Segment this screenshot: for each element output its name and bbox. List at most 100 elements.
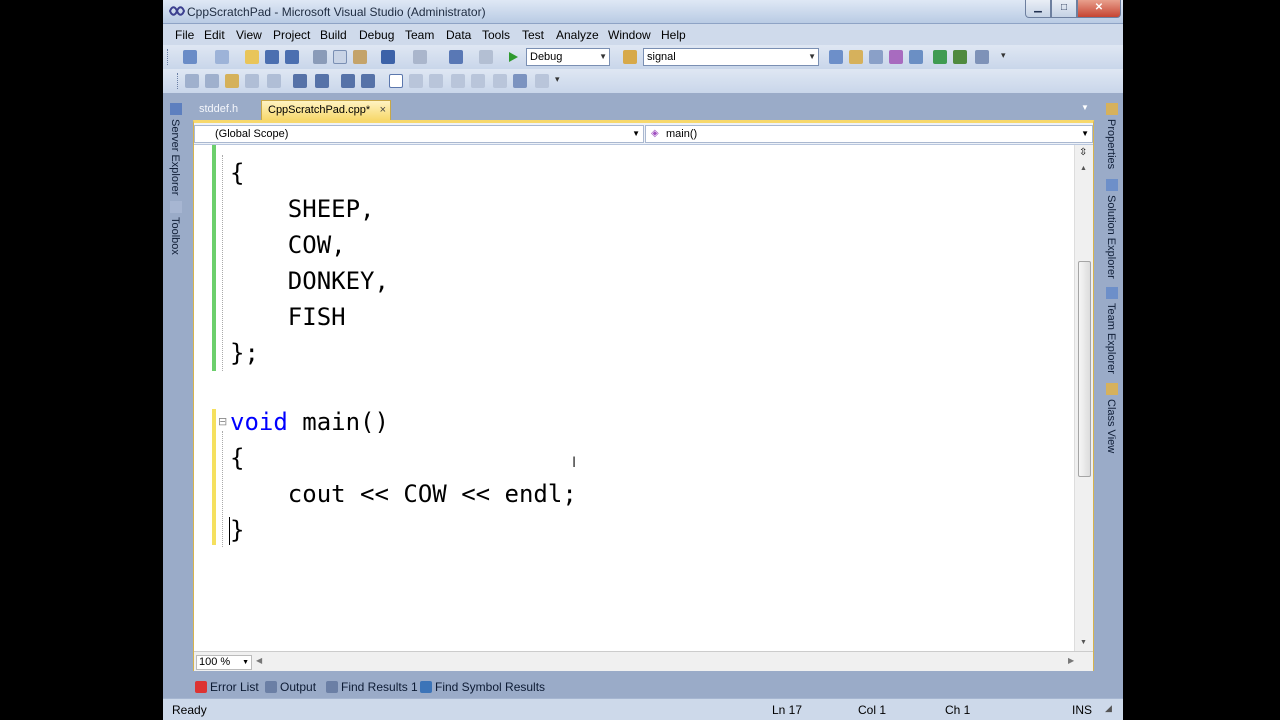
previous-bookmark-icon[interactable]	[409, 74, 423, 88]
next-bookmark-icon[interactable]	[429, 74, 443, 88]
solution-explorer-tab[interactable]: Solution Explorer	[1105, 195, 1117, 279]
keyword-void: void	[230, 408, 288, 436]
left-dock-strip: Server Explorer Toolbox	[163, 97, 189, 672]
paste-icon[interactable]	[353, 50, 367, 64]
navigate-backward-icon[interactable]	[449, 50, 463, 64]
menu-edit[interactable]: Edit	[204, 28, 225, 42]
cut-icon[interactable]	[313, 50, 327, 64]
zoom-select[interactable]: 100 % ▼	[196, 655, 252, 670]
toolbar-options-icon[interactable]: ▾	[555, 74, 569, 88]
split-handle-icon[interactable]: ⇳	[1079, 147, 1087, 158]
resize-grip-icon[interactable]: ◢	[1105, 703, 1112, 714]
menu-file[interactable]: File	[175, 28, 194, 42]
member-select[interactable]: ◈ main() ▼	[645, 125, 1093, 143]
server-explorer-tab[interactable]: Server Explorer	[169, 119, 181, 195]
scroll-left-icon[interactable]: ◀	[256, 656, 262, 665]
menu-data[interactable]: Data	[446, 28, 471, 42]
toolbox-icon[interactable]	[909, 50, 923, 64]
close-window-button[interactable]: ✕	[1077, 0, 1121, 18]
quick-info-icon[interactable]	[225, 74, 239, 88]
redo-icon[interactable]	[413, 50, 427, 64]
chevron-down-icon: ▼	[242, 659, 249, 666]
scroll-down-icon[interactable]: ▼	[1080, 639, 1087, 646]
command-window-icon[interactable]	[975, 50, 989, 64]
scroll-right-icon[interactable]: ▶	[1068, 656, 1074, 665]
save-icon[interactable]	[265, 50, 279, 64]
complete-word-icon[interactable]	[245, 74, 259, 88]
maximize-button[interactable]: □	[1051, 0, 1077, 18]
previous-bookmark-document-icon[interactable]	[493, 74, 507, 88]
toolbar-grip[interactable]	[177, 73, 180, 89]
increase-indent-icon[interactable]	[315, 74, 329, 88]
team-explorer-tab[interactable]: Team Explorer	[1105, 303, 1117, 374]
toggle-bookmark-icon[interactable]	[389, 74, 403, 88]
class-view-icon[interactable]	[889, 50, 903, 64]
tab-cppscratchpad-cpp[interactable]: CppScratchPad.cpp* ×	[261, 100, 391, 120]
output-icon	[265, 681, 277, 693]
find-combo[interactable]: signal ▼	[643, 48, 819, 66]
comment-out-icon[interactable]	[341, 74, 355, 88]
toolbox-icon	[170, 201, 182, 213]
undo-icon[interactable]	[381, 50, 395, 64]
code-line: SHEEP,	[230, 195, 375, 223]
tab-output[interactable]: Output	[265, 680, 316, 694]
scrollbar-thumb[interactable]	[1078, 261, 1091, 477]
clear-bookmarks-icon[interactable]	[535, 74, 549, 88]
find-in-files-icon[interactable]	[623, 50, 637, 64]
next-bookmark-folder-icon[interactable]	[471, 74, 485, 88]
start-page-icon[interactable]	[933, 50, 947, 64]
tab-find-symbol-results[interactable]: Find Symbol Results	[420, 680, 545, 694]
open-file-icon[interactable]	[245, 50, 259, 64]
add-item-icon[interactable]	[215, 50, 229, 64]
toolbar-grip[interactable]	[167, 49, 170, 65]
toolbar-options-icon[interactable]: ▾	[1001, 50, 1015, 64]
object-browser-icon[interactable]	[869, 50, 883, 64]
menu-analyze[interactable]: Analyze	[556, 28, 599, 42]
navigation-bar: (Global Scope) ▼ ◈ main() ▼	[194, 123, 1093, 145]
menu-project[interactable]: Project	[273, 28, 310, 42]
outdent-icon[interactable]	[267, 74, 281, 88]
find-results-icon	[326, 681, 338, 693]
menu-view[interactable]: View	[236, 28, 262, 42]
close-tab-icon[interactable]: ×	[380, 101, 386, 119]
next-bookmark-document-icon[interactable]	[513, 74, 527, 88]
code-area[interactable]: ⊟ { SHEEP, COW, DONKEY, FISH }; void mai…	[194, 145, 1074, 651]
navigate-forward-icon[interactable]	[479, 50, 493, 64]
scope-select[interactable]: (Global Scope) ▼	[194, 125, 644, 143]
code-line: }	[230, 516, 245, 544]
previous-bookmark-folder-icon[interactable]	[451, 74, 465, 88]
extension-manager-icon[interactable]	[953, 50, 967, 64]
active-files-dropdown-icon[interactable]: ▼	[1081, 103, 1089, 112]
minimize-button[interactable]: ▁	[1025, 0, 1051, 18]
properties-tab[interactable]: Properties	[1105, 119, 1117, 169]
status-bar: Ready Ln 17 Col 1 Ch 1 INS ◢	[163, 698, 1123, 720]
save-all-icon[interactable]	[285, 50, 299, 64]
solution-explorer-icon[interactable]	[829, 50, 843, 64]
properties-icon[interactable]	[849, 50, 863, 64]
tab-find-results-1[interactable]: Find Results 1	[326, 680, 418, 694]
vertical-scrollbar[interactable]: ⇳ ▲ ▼	[1074, 145, 1093, 651]
display-object-member-list-icon[interactable]	[185, 74, 199, 88]
tab-stddef-h[interactable]: stddef.h	[193, 100, 259, 120]
visual-studio-logo-icon	[169, 6, 185, 16]
menu-window[interactable]: Window	[608, 28, 651, 42]
collapse-icon[interactable]: ⊟	[218, 415, 227, 428]
copy-icon[interactable]	[333, 50, 347, 64]
new-project-icon[interactable]	[183, 50, 197, 64]
uncomment-icon[interactable]	[361, 74, 375, 88]
parameter-info-icon[interactable]	[205, 74, 219, 88]
code-editor: (Global Scope) ▼ ◈ main() ▼ ⊟ { SHEEP, COW…	[193, 120, 1094, 671]
menu-tools[interactable]: Tools	[482, 28, 510, 42]
solution-configuration-select[interactable]: Debug ▼	[526, 48, 610, 66]
class-view-tab[interactable]: Class View	[1105, 399, 1117, 453]
scroll-up-icon[interactable]: ▲	[1080, 165, 1087, 172]
start-debugging-icon[interactable]	[506, 50, 520, 64]
menu-debug[interactable]: Debug	[359, 28, 394, 42]
tab-error-list[interactable]: Error List	[195, 680, 259, 694]
menu-help[interactable]: Help	[661, 28, 686, 42]
menu-test[interactable]: Test	[522, 28, 544, 42]
menu-build[interactable]: Build	[320, 28, 347, 42]
decrease-indent-icon[interactable]	[293, 74, 307, 88]
menu-team[interactable]: Team	[405, 28, 434, 42]
toolbox-tab[interactable]: Toolbox	[169, 217, 181, 255]
